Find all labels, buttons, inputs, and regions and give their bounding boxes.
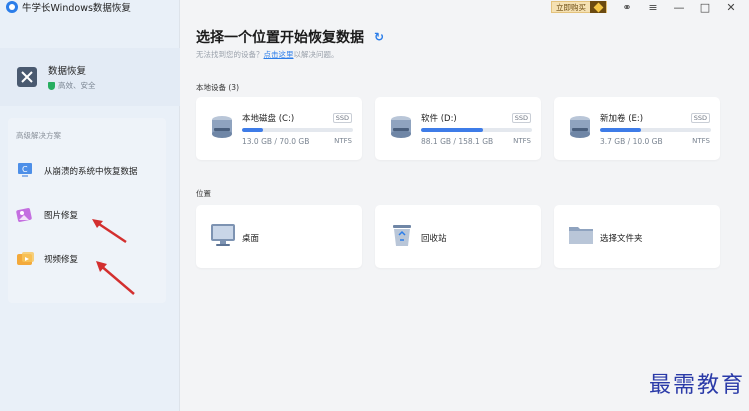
nav-data-recovery-subtitle: 高效、安全 — [48, 80, 96, 91]
usage-bar — [600, 128, 711, 132]
desktop-icon — [211, 224, 235, 246]
annotation-arrow-icon — [92, 219, 127, 244]
nav-data-recovery[interactable]: 数据恢复 高效、安全 — [0, 48, 180, 106]
location-select-folder[interactable]: 选择文件夹 — [554, 205, 720, 268]
drive-filesystem: NTFS — [692, 137, 710, 145]
subtitle-text: 高效、安全 — [58, 81, 96, 90]
hint-prefix: 无法找到您的设备？ — [196, 50, 264, 59]
nav-data-recovery-label: 数据恢复 — [48, 66, 87, 77]
hard-drive-icon — [570, 116, 590, 138]
usage-bar-fill — [421, 128, 483, 132]
usage-bar-fill — [600, 128, 642, 132]
drive-filesystem: NTFS — [513, 137, 531, 145]
menu-icon[interactable]: ≡ — [647, 1, 659, 14]
refresh-icon[interactable]: ↻ — [374, 30, 384, 44]
location-label: 桌面 — [242, 234, 260, 244]
app-logo-icon — [6, 1, 18, 13]
monitor-icon: C — [18, 163, 32, 177]
location-label: 回收站 — [421, 234, 447, 244]
locations-label: 位置 — [196, 189, 211, 198]
hard-drive-icon — [212, 116, 232, 138]
gem-icon — [590, 1, 606, 13]
usage-bar — [421, 128, 532, 132]
window-topbar: 立即购买 ⚭ ≡ — □ ✕ — [551, 0, 749, 14]
ssd-badge: SSD — [511, 113, 531, 123]
location-recycle-bin[interactable]: 回收站 — [375, 205, 541, 268]
nav-video-repair-label: 视频修复 — [44, 255, 79, 265]
sidebar: 牛学长Windows数据恢复 数据恢复 高效、安全 高级解决方案 C 从崩溃的系… — [0, 0, 180, 411]
help-hint: 无法找到您的设备？点击这里以解决问题。 — [196, 49, 339, 60]
usage-bar — [242, 128, 353, 132]
drive-name: 本地磁盘 (C:) — [242, 114, 295, 124]
hard-drive-icon — [391, 116, 411, 138]
page-title: 选择一个位置开始恢复数据 ↻ — [196, 27, 384, 47]
annotation-arrow-icon — [96, 261, 135, 295]
tools-icon — [17, 67, 37, 87]
nav-photo-repair-label: 图片修复 — [44, 211, 79, 221]
nav-crashed-system-label: 从崩溃的系统中恢复数据 — [44, 167, 138, 177]
link-icon[interactable]: ⚭ — [621, 1, 633, 14]
location-label: 选择文件夹 — [600, 234, 643, 244]
app-title: 牛学长Windows数据恢复 — [22, 3, 131, 14]
drive-card-c[interactable]: 本地磁盘 (C:) SSD 13.0 GB / 70.0 GB NTFS — [196, 97, 362, 160]
nav-crashed-system-recovery[interactable]: C 从崩溃的系统中恢复数据 — [16, 162, 138, 180]
svg-text:C: C — [22, 165, 28, 174]
maximize-icon[interactable]: □ — [699, 1, 711, 14]
minimize-icon[interactable]: — — [673, 1, 685, 14]
drive-size: 13.0 GB / 70.0 GB — [242, 137, 310, 146]
drive-name: 新加卷 (E:) — [600, 114, 644, 124]
drive-card-e[interactable]: 新加卷 (E:) SSD 3.7 GB / 10.0 GB NTFS — [554, 97, 720, 160]
nav-video-repair[interactable]: 视频修复 — [16, 250, 78, 268]
usage-bar-fill — [242, 128, 263, 132]
ssd-badge: SSD — [690, 113, 710, 123]
buy-now-label: 立即购买 — [556, 2, 586, 12]
local-devices-label: 本地设备 (3) — [196, 83, 240, 92]
app-title-bar: 牛学长Windows数据恢复 — [6, 0, 131, 14]
drive-card-d[interactable]: 软件 (D:) SSD 88.1 GB / 158.1 GB NTFS — [375, 97, 541, 160]
buy-now-button[interactable]: 立即购买 — [551, 1, 607, 13]
click-here-link[interactable]: 点击这里 — [264, 50, 294, 59]
video-icon — [17, 252, 34, 265]
location-desktop[interactable]: 桌面 — [196, 205, 362, 268]
hint-suffix: 以解决问题。 — [293, 50, 339, 59]
shield-icon — [48, 81, 55, 90]
advanced-panel: 高级解决方案 C 从崩溃的系统中恢复数据 图片修复 视频修复 — [8, 118, 166, 303]
watermark: 最需教育 — [648, 373, 745, 398]
page-title-text: 选择一个位置开始恢复数据 — [196, 30, 364, 46]
advanced-label: 高级解决方案 — [16, 131, 61, 140]
photo-icon — [16, 208, 32, 222]
folder-icon — [569, 227, 593, 244]
drive-size: 88.1 GB / 158.1 GB — [421, 137, 494, 146]
ssd-badge: SSD — [332, 113, 352, 123]
drive-size: 3.7 GB / 10.0 GB — [600, 137, 663, 146]
drive-filesystem: NTFS — [334, 137, 352, 145]
nav-photo-repair[interactable]: 图片修复 — [16, 206, 78, 224]
drive-name: 软件 (D:) — [421, 114, 457, 124]
recycle-bin-icon — [393, 225, 411, 246]
close-icon[interactable]: ✕ — [725, 1, 737, 14]
